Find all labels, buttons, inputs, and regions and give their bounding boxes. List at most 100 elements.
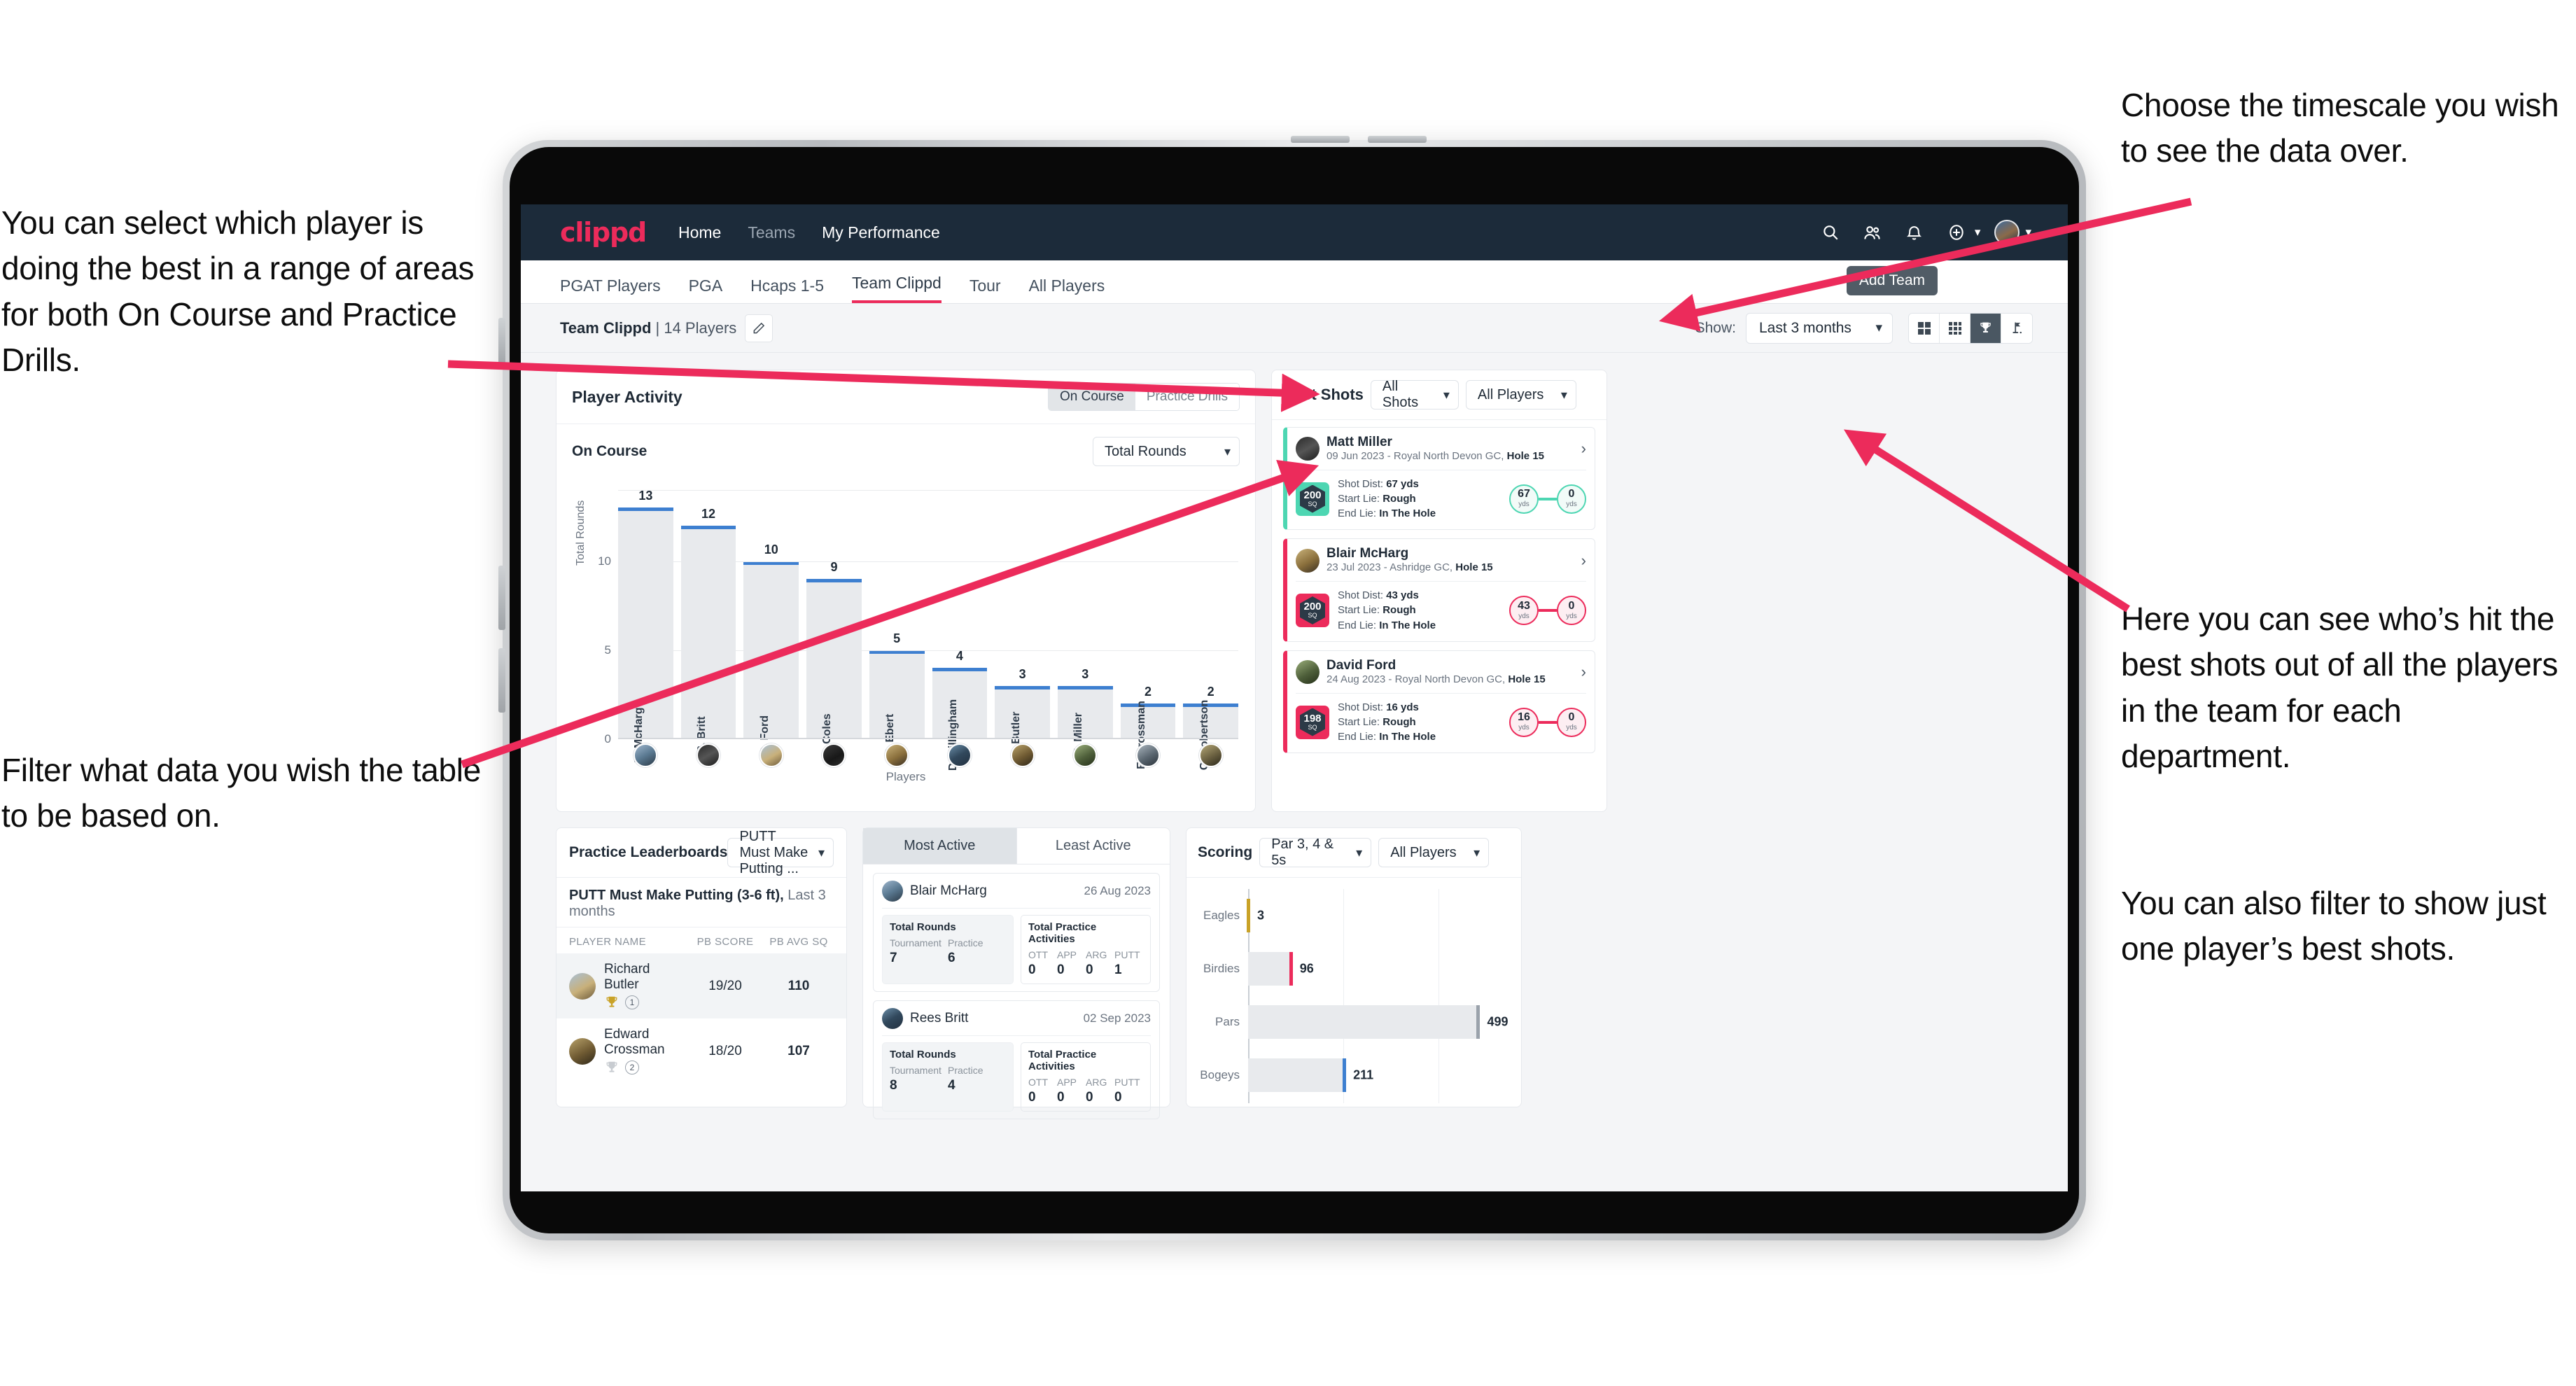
chart-avatar-cell[interactable] bbox=[743, 743, 799, 767]
chart-bar[interactable]: R. Butler bbox=[995, 685, 1050, 758]
tab-team-clippd[interactable]: Team Clippd bbox=[852, 274, 941, 303]
plus-circle-icon[interactable] bbox=[1941, 217, 1972, 248]
best-shot-card[interactable]: Matt Miller 09 Jun 2023 - Royal North Dev… bbox=[1283, 427, 1595, 531]
chart-avatar-cell[interactable] bbox=[681, 743, 736, 767]
tab-tour[interactable]: Tour bbox=[969, 276, 1001, 303]
best-shot-card[interactable]: David Ford 24 Aug 2023 - Royal North Devo… bbox=[1283, 650, 1595, 754]
scoring-player-filter[interactable]: All Players ▾ bbox=[1378, 838, 1490, 867]
chart-bar[interactable]: B. McHarg bbox=[618, 507, 673, 763]
tab-most-active[interactable]: Most Active bbox=[863, 828, 1017, 864]
scoring-bar[interactable] bbox=[1248, 1005, 1480, 1039]
table-row[interactable]: Edward Crossman 2 18/20 107 bbox=[556, 1018, 846, 1084]
scoring-bar-row[interactable]: Eagles 3 bbox=[1199, 889, 1508, 942]
avatar[interactable] bbox=[822, 743, 846, 767]
avatar[interactable] bbox=[1135, 743, 1160, 767]
tab-least-active[interactable]: Least Active bbox=[1017, 828, 1170, 864]
chart-bar-group[interactable]: 5 E. Ebert bbox=[869, 490, 925, 756]
dashboard-bottom-row: Practice Leaderboards PUTT Must Make Put… bbox=[556, 827, 2033, 1119]
table-row[interactable]: Richard Butler 1 19/20 110 bbox=[556, 953, 846, 1018]
avatar[interactable] bbox=[634, 743, 658, 767]
player-activity-card: Player Activity On Course Practice Drill… bbox=[556, 370, 1256, 812]
best-shot-hole: Hole 15 bbox=[1506, 449, 1544, 462]
chart-avatar-cell[interactable] bbox=[1121, 743, 1176, 767]
clippd-logo[interactable]: clippd bbox=[560, 217, 647, 248]
nav-link-my-performance[interactable]: My Performance bbox=[822, 223, 940, 242]
people-icon[interactable] bbox=[1857, 217, 1888, 248]
chart-bar-group[interactable]: 13 B. McHarg bbox=[618, 489, 673, 763]
tab-pga[interactable]: PGA bbox=[689, 276, 723, 303]
metric-select[interactable]: Total Rounds ▾ bbox=[1093, 437, 1240, 466]
activity-stat: ARG 0 bbox=[1086, 1077, 1107, 1105]
grid-4-icon bbox=[1917, 321, 1931, 335]
pencil-icon bbox=[753, 322, 765, 333]
activity-stat: APP 0 bbox=[1057, 949, 1077, 977]
chart-bar[interactable]: D. Billingham bbox=[932, 668, 988, 771]
chart-bar-group[interactable]: 12 R. Britt bbox=[680, 490, 736, 754]
chart-bar-group[interactable]: 3 R. Butler bbox=[995, 490, 1050, 758]
chart-bar-group[interactable]: 4 D. Billingham bbox=[932, 490, 988, 771]
chart-bar[interactable]: E. Ebert bbox=[869, 650, 925, 756]
chart-bar-group[interactable]: 10 D. Ford bbox=[743, 490, 799, 755]
chevron-right-icon[interactable]: › bbox=[1576, 552, 1586, 570]
scoring-bar[interactable] bbox=[1248, 1058, 1347, 1092]
avatar[interactable] bbox=[885, 743, 909, 767]
chart-bar-group[interactable]: 3 M. Miller bbox=[1057, 490, 1113, 757]
chart-avatar-cell[interactable] bbox=[995, 743, 1050, 767]
chart-bar[interactable]: C. Robertson bbox=[1183, 700, 1239, 770]
chart-avatar-cell[interactable] bbox=[618, 743, 673, 767]
avatar[interactable] bbox=[1073, 743, 1098, 767]
total-practice-title: Total Practice Activities bbox=[1028, 921, 1097, 945]
chart-avatar-cell[interactable] bbox=[1183, 743, 1238, 767]
shot-to-unit: yds bbox=[1566, 500, 1577, 509]
avatar[interactable] bbox=[1991, 217, 2022, 248]
chart-bar-group[interactable]: 2 C. Robertson bbox=[1183, 490, 1239, 770]
chevron-right-icon[interactable]: › bbox=[1576, 663, 1586, 681]
chart-avatar-cell[interactable] bbox=[1058, 743, 1113, 767]
segment-practice-drills[interactable]: Practice Drills bbox=[1135, 384, 1239, 410]
best-shots-player-filter[interactable]: All Players ▾ bbox=[1465, 380, 1576, 410]
best-shots-shot-filter[interactable]: All Shots ▾ bbox=[1370, 379, 1459, 410]
tab-pgat-players[interactable]: PGAT Players bbox=[560, 276, 661, 303]
chart-bar-group[interactable]: 2 E. Crossman bbox=[1120, 490, 1176, 769]
chart-avatar-cell[interactable] bbox=[806, 743, 862, 767]
grid-4-icon-button[interactable] bbox=[1909, 313, 1940, 343]
avatar[interactable] bbox=[1010, 743, 1035, 767]
scoring-bar-row[interactable]: Birdies 96 bbox=[1199, 942, 1508, 995]
tab-hcaps-1-5[interactable]: Hcaps 1-5 bbox=[750, 276, 824, 303]
scoring-par-filter[interactable]: Par 3, 4 & 5s ▾ bbox=[1259, 836, 1372, 868]
chart-bar[interactable]: J. Coles bbox=[806, 579, 862, 757]
column-pb-score: PB SCORE bbox=[696, 936, 754, 948]
chart-bar-group[interactable]: 9 J. Coles bbox=[806, 490, 862, 757]
chevron-right-icon[interactable]: › bbox=[1576, 440, 1586, 458]
segment-on-course[interactable]: On Course bbox=[1049, 384, 1135, 410]
trophy-icon-button[interactable] bbox=[1970, 313, 2001, 343]
chart-bar[interactable]: R. Britt bbox=[680, 525, 736, 754]
drill-select[interactable]: PUTT Must Make Putting ... ▾ bbox=[727, 829, 834, 876]
search-icon[interactable] bbox=[1815, 217, 1846, 248]
avatar[interactable] bbox=[1198, 743, 1223, 767]
chart-bar[interactable]: M. Miller bbox=[1057, 685, 1113, 757]
leaderboard-pb-avg-sq: 107 bbox=[788, 1043, 810, 1058]
chart-avatar-cell[interactable] bbox=[869, 743, 925, 767]
scoring-bar[interactable] bbox=[1248, 952, 1293, 986]
chart-bar[interactable]: E. Crossman bbox=[1120, 701, 1176, 769]
tab-all-players[interactable]: All Players bbox=[1029, 276, 1105, 303]
avatar[interactable] bbox=[947, 743, 972, 767]
chevron-down-icon[interactable]: ▾ bbox=[1975, 225, 1981, 239]
grid-9-icon-button[interactable] bbox=[1940, 313, 1970, 343]
golf-flag-icon-button[interactable] bbox=[2001, 313, 2032, 343]
edit-team-button[interactable] bbox=[745, 314, 774, 342]
nav-link-teams[interactable]: Teams bbox=[748, 223, 795, 242]
activity-entry-card[interactable]: Blair McHarg 26 Aug 2023 Total Rounds Tourn… bbox=[873, 873, 1160, 992]
scoring-bar-row[interactable]: Bogeys 211 bbox=[1199, 1049, 1508, 1102]
bell-icon[interactable] bbox=[1899, 217, 1930, 248]
chart-avatar-cell[interactable] bbox=[932, 743, 988, 767]
avatar[interactable] bbox=[696, 743, 721, 767]
scoring-bar-row[interactable]: Pars 499 bbox=[1199, 995, 1508, 1049]
avatar[interactable] bbox=[759, 743, 783, 767]
nav-link-home[interactable]: Home bbox=[678, 223, 721, 242]
best-shot-card[interactable]: Blair McHarg 23 Jul 2023 - Ashridge GC, H… bbox=[1283, 538, 1595, 642]
chevron-down-icon-avatar[interactable]: ▾ bbox=[2025, 225, 2031, 239]
activity-entry-card[interactable]: Rees Britt 02 Sep 2023 Total Rounds Tournam… bbox=[873, 1000, 1160, 1119]
timescale-select[interactable]: Last 3 months ▾ bbox=[1746, 312, 1893, 344]
